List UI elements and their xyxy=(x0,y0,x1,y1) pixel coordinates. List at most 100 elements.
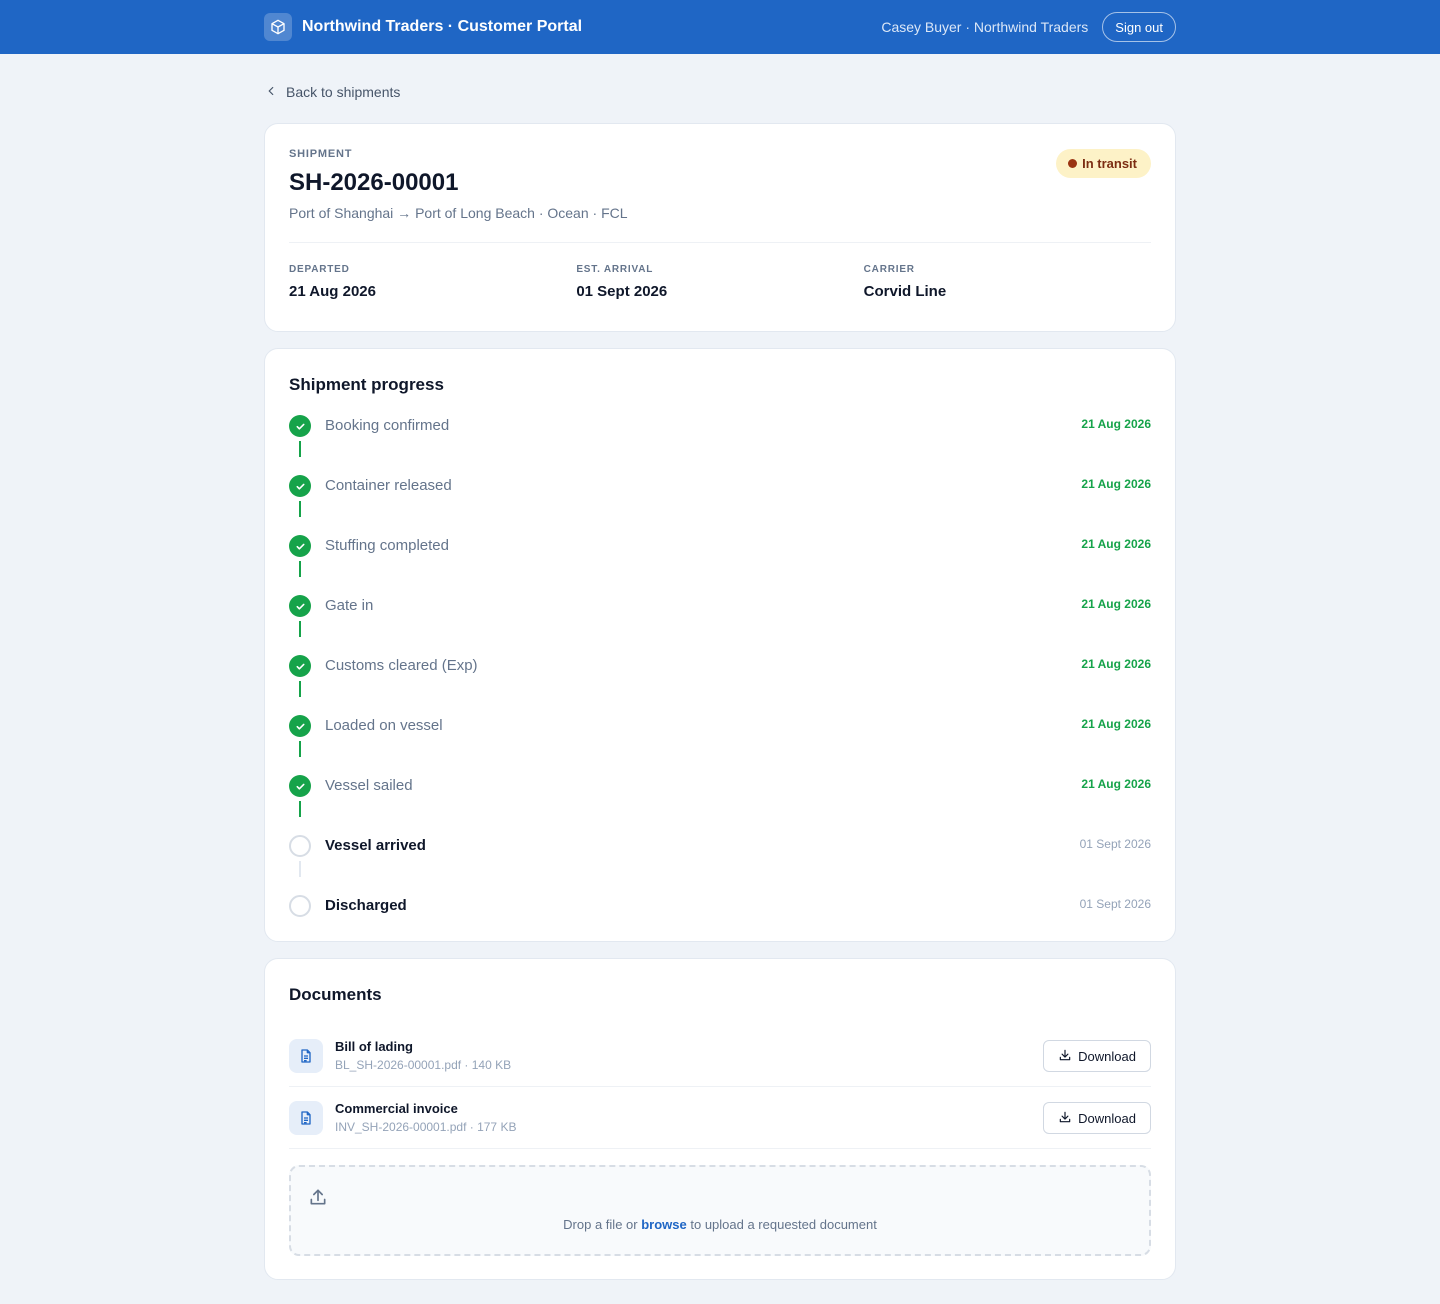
sign-out-button[interactable]: Sign out xyxy=(1102,12,1176,42)
top-bar: Northwind Traders · Customer Portal Case… xyxy=(0,0,1440,54)
progress-title: Shipment progress xyxy=(289,375,444,394)
back-label: Back to shipments xyxy=(286,84,401,100)
check-icon xyxy=(289,655,311,677)
progress-step: Stuffing completed 21 Aug 2026 xyxy=(289,535,1151,595)
document-info: Bill of lading BL_SH-2026-00001.pdf · 14… xyxy=(335,1039,511,1072)
step-connector xyxy=(299,441,301,457)
document-list: Bill of lading BL_SH-2026-00001.pdf · 14… xyxy=(289,1025,1151,1149)
step-date: 21 Aug 2026 xyxy=(1081,597,1151,611)
brand[interactable]: Northwind Traders · Customer Portal xyxy=(264,13,582,41)
progress-step: Customs cleared (Exp) 21 Aug 2026 xyxy=(289,655,1151,715)
progress-step: Loaded on vessel 21 Aug 2026 xyxy=(289,715,1151,775)
shipment-summary-card: SHIPMENT SH-2026-00001 Port of Shanghai … xyxy=(264,123,1176,332)
document-name: Commercial invoice xyxy=(335,1101,458,1116)
step-connector xyxy=(299,501,301,517)
check-icon xyxy=(289,475,311,497)
meta-departed: DEPARTED 21 Aug 2026 xyxy=(289,264,576,300)
meta-est-arrival: EST. ARRIVAL 01 Sept 2026 xyxy=(576,264,863,300)
document-name: Bill of lading xyxy=(335,1039,413,1054)
document-info: Commercial invoice INV_SH-2026-00001.pdf… xyxy=(335,1101,516,1134)
check-icon xyxy=(289,775,311,797)
download-button[interactable]: Download xyxy=(1043,1040,1151,1072)
step-label: Vessel arrived xyxy=(325,837,426,854)
divider xyxy=(289,242,1151,243)
check-icon xyxy=(289,535,311,557)
user-name: Casey Buyer · Northwind Traders xyxy=(881,19,1089,35)
upload-icon xyxy=(308,1187,328,1212)
file-icon xyxy=(289,1038,323,1073)
status-badge: In transit xyxy=(1056,149,1151,178)
step-connector xyxy=(299,741,301,757)
meta-carrier: CARRIER Corvid Line xyxy=(864,264,1151,300)
step-connector xyxy=(299,861,301,877)
meta-value: 01 Sept 2026 xyxy=(576,283,668,300)
user-area: Casey Buyer · Northwind Traders Sign out xyxy=(881,12,1176,42)
progress-step: Discharged 01 Sept 2026 xyxy=(289,895,1151,919)
document-meta: BL_SH-2026-00001.pdf · 140 KB xyxy=(335,1058,512,1072)
step-date: 01 Sept 2026 xyxy=(1079,837,1151,851)
shipment-progress-card: Shipment progress Booking confirmed 21 A… xyxy=(264,348,1176,942)
download-icon xyxy=(1058,1048,1072,1065)
document-row: Bill of lading BL_SH-2026-00001.pdf · 14… xyxy=(289,1025,1151,1087)
documents-card: Documents Bill of lading BL_SH-2026-0000… xyxy=(264,958,1176,1280)
meta-label: EST. ARRIVAL xyxy=(576,264,654,275)
step-date: 21 Aug 2026 xyxy=(1081,657,1151,671)
step-connector xyxy=(299,621,301,637)
step-label: Discharged xyxy=(325,897,407,914)
browse-link[interactable]: browse xyxy=(641,1217,687,1232)
file-icon xyxy=(289,1100,323,1135)
step-label: Loaded on vessel xyxy=(325,717,443,734)
check-icon xyxy=(289,715,311,737)
documents-title: Documents xyxy=(289,985,382,1004)
step-label: Container released xyxy=(325,477,452,494)
step-date: 21 Aug 2026 xyxy=(1081,717,1151,731)
empty-circle-icon xyxy=(289,895,311,917)
step-label: Vessel sailed xyxy=(325,777,413,794)
shipment-eyebrow: SHIPMENT xyxy=(289,148,353,160)
progress-step: Booking confirmed 21 Aug 2026 xyxy=(289,415,1151,475)
status-dot-icon xyxy=(1068,159,1078,168)
download-label: Download xyxy=(1078,1048,1136,1064)
step-date: 21 Aug 2026 xyxy=(1081,537,1151,551)
step-label: Stuffing completed xyxy=(325,537,449,554)
meta-label: CARRIER xyxy=(863,264,915,275)
meta-label: DEPARTED xyxy=(289,264,350,275)
status-label: In transit xyxy=(1082,156,1137,171)
empty-circle-icon xyxy=(289,835,311,857)
document-meta: INV_SH-2026-00001.pdf · 177 KB xyxy=(335,1120,517,1134)
step-date: 21 Aug 2026 xyxy=(1081,777,1151,791)
progress-step: Vessel arrived 01 Sept 2026 xyxy=(289,835,1151,895)
step-label: Booking confirmed xyxy=(325,417,450,434)
download-icon xyxy=(1058,1110,1072,1127)
document-row: Commercial invoice INV_SH-2026-00001.pdf… xyxy=(289,1087,1151,1149)
download-label: Download xyxy=(1078,1110,1136,1126)
step-connector xyxy=(299,681,301,697)
meta-value: 21 Aug 2026 xyxy=(289,283,376,300)
upload-dropzone[interactable]: Drop a file or browse to upload a reques… xyxy=(289,1165,1151,1256)
step-date: 01 Sept 2026 xyxy=(1079,897,1151,911)
step-connector xyxy=(299,561,301,577)
progress-step: Gate in 21 Aug 2026 xyxy=(289,595,1151,655)
main-content: Back to shipments SHIPMENT SH-2026-00001… xyxy=(264,82,1176,1280)
upload-suffix: to upload a requested document xyxy=(690,1217,877,1232)
shipment-meta: DEPARTED 21 Aug 2026 EST. ARRIVAL 01 Sep… xyxy=(289,264,1151,300)
shipment-route: Port of Shanghai → Port of Long Beach · … xyxy=(289,205,628,221)
upload-text: Drop a file or browse to upload a reques… xyxy=(291,1217,1149,1232)
meta-value: Corvid Line xyxy=(863,283,947,300)
download-button[interactable]: Download xyxy=(1043,1102,1151,1134)
progress-step: Vessel sailed 21 Aug 2026 xyxy=(289,775,1151,835)
upload-prefix: Drop a file or xyxy=(563,1217,638,1232)
step-date: 21 Aug 2026 xyxy=(1081,417,1151,431)
step-label: Gate in xyxy=(325,597,374,614)
step-label: Customs cleared (Exp) xyxy=(325,657,478,674)
progress-step: Container released 21 Aug 2026 xyxy=(289,475,1151,535)
check-icon xyxy=(289,415,311,437)
back-to-shipments-link[interactable]: Back to shipments xyxy=(264,82,1176,102)
package-icon xyxy=(264,13,292,41)
step-date: 21 Aug 2026 xyxy=(1081,477,1151,491)
check-icon xyxy=(289,595,311,617)
shipment-id: SH-2026-00001 xyxy=(289,169,459,196)
chevron-left-icon xyxy=(264,84,278,101)
progress-steps: Booking confirmed 21 Aug 2026 Container … xyxy=(289,415,1151,919)
step-connector xyxy=(299,801,301,817)
